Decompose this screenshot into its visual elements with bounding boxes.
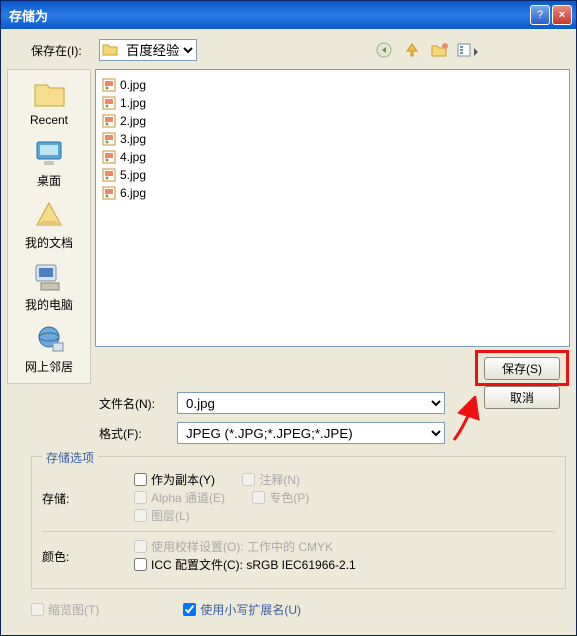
filename-label: 文件名(N): bbox=[99, 395, 171, 412]
file-item[interactable]: 6.jpg bbox=[102, 184, 563, 202]
icc-checkbox[interactable]: ICC 配置文件(C): sRGB IEC61966-2.1 bbox=[134, 556, 356, 573]
sidebar-label: Recent bbox=[30, 113, 68, 127]
save-options-group: 存储选项 存储: 作为副本(Y) 注释(N) Alpha 通道(E) 专色(P)… bbox=[31, 456, 566, 589]
alpha-checkbox: Alpha 通道(E) bbox=[134, 489, 225, 506]
save-in-row: 保存在(I): 百度经验 bbox=[1, 29, 576, 67]
file-item[interactable]: 0.jpg bbox=[102, 76, 563, 94]
file-item[interactable]: 4.jpg bbox=[102, 148, 563, 166]
sidebar-label: 网上邻居 bbox=[25, 358, 73, 375]
proof-checkbox: 使用校样设置(O): 工作中的 CMYK bbox=[134, 538, 333, 555]
sidebar-item-mydocs[interactable]: 我的文档 bbox=[25, 199, 73, 251]
file-name: 6.jpg bbox=[120, 186, 146, 200]
file-item[interactable]: 5.jpg bbox=[102, 166, 563, 184]
dialog-buttons: 保存(S) 取消 bbox=[484, 357, 560, 409]
sidebar-label: 我的文档 bbox=[25, 234, 73, 251]
options-legend: 存储选项 bbox=[42, 449, 98, 466]
image-file-icon bbox=[102, 132, 116, 146]
mydocs-icon bbox=[31, 199, 67, 231]
up-icon[interactable] bbox=[401, 39, 423, 61]
file-name: 1.jpg bbox=[120, 96, 146, 110]
views-icon[interactable] bbox=[457, 39, 479, 61]
file-name: 4.jpg bbox=[120, 150, 146, 164]
color-sub-label: 颜色: bbox=[42, 548, 86, 565]
bottom-row: 缩览图(T) 使用小写扩展名(U) bbox=[1, 595, 576, 628]
close-button[interactable]: × bbox=[552, 5, 572, 25]
sidebar-item-desktop[interactable]: 桌面 bbox=[31, 137, 67, 189]
image-file-icon bbox=[102, 186, 116, 200]
image-file-icon bbox=[102, 150, 116, 164]
image-file-icon bbox=[102, 168, 116, 182]
file-item[interactable]: 2.jpg bbox=[102, 112, 563, 130]
thumbnail-checkbox: 缩览图(T) bbox=[31, 601, 99, 618]
recent-icon bbox=[31, 78, 67, 110]
save-button[interactable]: 保存(S) bbox=[484, 357, 560, 380]
lowercase-ext-checkbox[interactable]: 使用小写扩展名(U) bbox=[183, 601, 301, 618]
filename-input[interactable]: 0.jpg bbox=[177, 392, 445, 414]
folder-icon bbox=[102, 42, 118, 56]
image-file-icon bbox=[102, 96, 116, 110]
file-item[interactable]: 1.jpg bbox=[102, 94, 563, 112]
folder-toolbar bbox=[373, 39, 479, 61]
file-item[interactable]: 3.jpg bbox=[102, 130, 563, 148]
network-icon bbox=[31, 323, 67, 355]
new-folder-icon[interactable] bbox=[429, 39, 451, 61]
sidebar-item-recent[interactable]: Recent bbox=[30, 78, 68, 127]
mycomputer-icon bbox=[31, 261, 67, 293]
file-name: 5.jpg bbox=[120, 168, 146, 182]
titlebar: 存储为 ? × bbox=[1, 1, 576, 29]
places-sidebar: Recent 桌面 我的文档 我的电脑 网上邻居 bbox=[7, 69, 91, 384]
sidebar-label: 桌面 bbox=[37, 172, 61, 189]
file-name: 2.jpg bbox=[120, 114, 146, 128]
format-row: 格式(F): JPEG (*.JPG;*.JPEG;*.JPE) bbox=[1, 418, 576, 448]
sidebar-item-mycomputer[interactable]: 我的电脑 bbox=[25, 261, 73, 313]
file-name: 3.jpg bbox=[120, 132, 146, 146]
sidebar-item-network[interactable]: 网上邻居 bbox=[25, 323, 73, 375]
layers-checkbox: 图层(L) bbox=[134, 507, 190, 524]
save-sub-label: 存储: bbox=[42, 490, 86, 507]
format-select[interactable]: JPEG (*.JPG;*.JPEG;*.JPE) bbox=[177, 422, 445, 444]
window-controls: ? × bbox=[530, 5, 572, 25]
image-file-icon bbox=[102, 114, 116, 128]
sidebar-label: 我的电脑 bbox=[25, 296, 73, 313]
desktop-icon bbox=[31, 137, 67, 169]
dialog-title: 存储为 bbox=[9, 6, 48, 25]
as-copy-checkbox[interactable]: 作为副本(Y) bbox=[134, 471, 215, 488]
save-in-label: 保存在(I): bbox=[31, 42, 93, 59]
spot-checkbox: 专色(P) bbox=[252, 489, 309, 506]
save-as-dialog: 存储为 ? × 保存在(I): 百度经验 Recent bbox=[0, 0, 577, 636]
image-file-icon bbox=[102, 78, 116, 92]
main-area: Recent 桌面 我的文档 我的电脑 网上邻居 0.jpg 1.jpg 2.jpg… bbox=[1, 67, 576, 388]
file-name: 0.jpg bbox=[120, 78, 146, 92]
file-list[interactable]: 0.jpg 1.jpg 2.jpg 3.jpg 4.jpg 5.jpg 6.jpg bbox=[95, 69, 570, 347]
help-button[interactable]: ? bbox=[530, 5, 550, 25]
cancel-button[interactable]: 取消 bbox=[484, 386, 560, 409]
annotations-checkbox: 注释(N) bbox=[242, 471, 300, 488]
back-icon[interactable] bbox=[373, 39, 395, 61]
format-label: 格式(F): bbox=[99, 425, 171, 442]
